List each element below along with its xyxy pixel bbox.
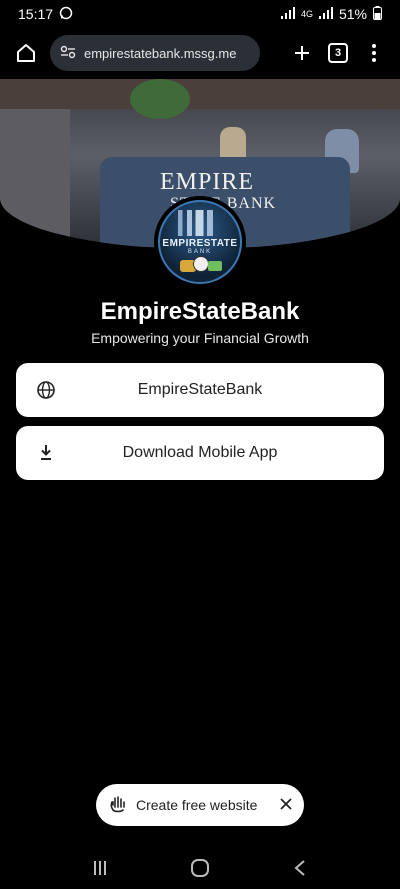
menu-dots-icon[interactable] [356,35,392,71]
download-app-button[interactable]: Download Mobile App [16,426,384,480]
soccer-ball-icon [193,256,209,272]
close-icon[interactable] [280,797,292,813]
battery-icon [373,5,382,23]
status-bar: 15:17 4G 51% [0,0,400,28]
profile-avatar: EMPIRESTATE BANK [154,196,246,288]
browser-toolbar: empirestatebank.mssg.me 3 [0,30,400,76]
site-settings-icon[interactable] [60,45,76,62]
system-nav-bar [0,846,400,889]
new-tab-plus-icon[interactable] [284,35,320,71]
hero-ceiling [0,79,400,109]
home-button-icon[interactable] [180,853,220,883]
hero-sign-line1: EMPIRE [160,169,255,195]
globe-icon [34,378,58,402]
cash-icon [208,261,222,271]
home-icon[interactable] [8,35,44,71]
tab-count[interactable]: 3 [328,43,348,63]
download-icon [34,441,58,465]
download-app-label[interactable]: Download Mobile App [58,444,342,462]
status-right: 4G 51% [280,5,382,23]
tabs-icon[interactable]: 3 [320,35,356,71]
network-type: 4G [300,9,313,19]
hero-plant [130,79,190,119]
url-text[interactable]: empirestatebank.mssg.me [84,46,236,61]
page-title: EmpireStateBank [100,298,300,325]
create-website-banner[interactable]: Create free website [96,784,304,826]
signal-icon [280,6,295,22]
logo-brand-text: EMPIRESTATE [162,237,238,249]
status-time: 15:17 [18,6,54,22]
signal-icon-2 [318,6,333,22]
logo-sub-text: BANK [187,248,213,255]
url-bar[interactable]: empirestatebank.mssg.me [50,35,260,71]
bank-logo: EMPIRESTATE BANK [158,200,242,284]
battery-percent: 51% [338,6,367,22]
page-subtitle: Empowering your Financial Growth [91,330,309,346]
recent-apps-icon[interactable] [80,853,120,883]
website-link-button[interactable]: EmpireStateBank [16,363,384,417]
status-left: 15:17 [18,6,73,23]
create-website-label[interactable]: Create free website [136,797,272,813]
website-link-label[interactable]: EmpireStateBank [58,381,342,399]
skyline-graphic [178,210,222,236]
back-icon[interactable] [280,853,320,883]
hero-wall [0,109,70,249]
whatsapp-icon [59,6,73,23]
hand-icon [108,794,128,817]
